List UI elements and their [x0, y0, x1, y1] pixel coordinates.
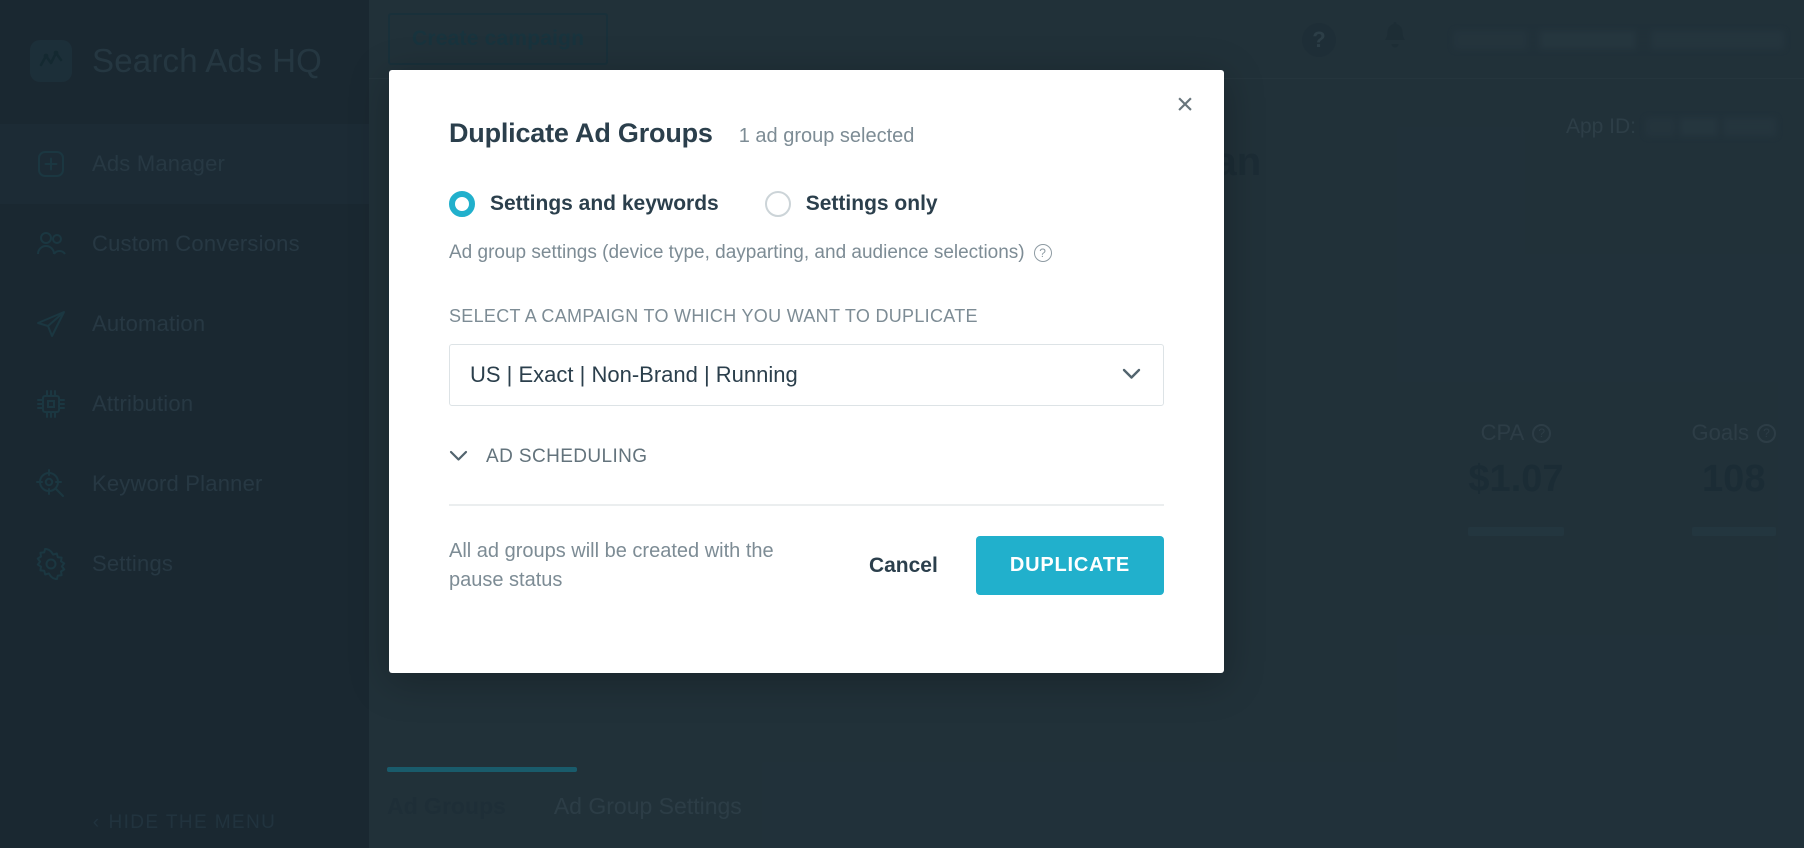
ad-scheduling-label: AD SCHEDULING	[486, 446, 648, 467]
footer-divider	[449, 504, 1164, 506]
ad-scheduling-accordion[interactable]: AD SCHEDULING	[449, 446, 1164, 468]
dialog-header: Duplicate Ad Groups 1 ad group selected	[449, 70, 1164, 149]
cancel-button[interactable]: Cancel	[869, 554, 938, 578]
duplicate-ad-groups-dialog: × Duplicate Ad Groups 1 ad group selecte…	[389, 70, 1224, 673]
chevron-down-icon	[1122, 365, 1141, 385]
campaign-select-label: SELECT A CAMPAIGN TO WHICH YOU WANT TO D…	[449, 306, 978, 326]
radio-unselected-icon	[764, 191, 791, 217]
mode-description: Ad group settings (device type, dayparti…	[449, 242, 1164, 264]
dialog-body: Duplicate Ad Groups 1 ad group selected …	[389, 70, 1224, 595]
radio-label: Settings and keywords	[490, 192, 719, 215]
selection-count: 1 ad group selected	[738, 125, 915, 147]
campaign-select[interactable]: US | Exact | Non-Brand | Running	[449, 344, 1164, 406]
app-root: Search Ads HQ Ads Manager Custom Convers…	[0, 0, 1804, 848]
radio-label: Settings only	[805, 192, 938, 215]
radio-settings-and-keywords[interactable]: Settings and keywords	[449, 191, 719, 217]
dialog-footer: All ad groups will be created with the p…	[449, 536, 1164, 595]
duplicate-button[interactable]: DUPLICATE	[975, 536, 1164, 595]
chevron-down-icon	[449, 447, 468, 467]
dialog-title: Duplicate Ad Groups	[449, 118, 713, 148]
close-icon[interactable]: ×	[1168, 88, 1202, 122]
question-circle-icon[interactable]: ?	[1033, 244, 1052, 262]
mode-description-text: Ad group settings (device type, dayparti…	[449, 242, 1025, 263]
footer-actions: Cancel DUPLICATE	[869, 536, 1164, 595]
duplicate-mode-radio-group: Settings and keywords Settings only	[449, 191, 1164, 217]
radio-settings-only[interactable]: Settings only	[764, 191, 938, 217]
pause-status-note: All ad groups will be created with the p…	[449, 539, 774, 591]
campaign-select-value: US | Exact | Non-Brand | Running	[470, 362, 798, 387]
radio-selected-icon	[449, 191, 475, 217]
